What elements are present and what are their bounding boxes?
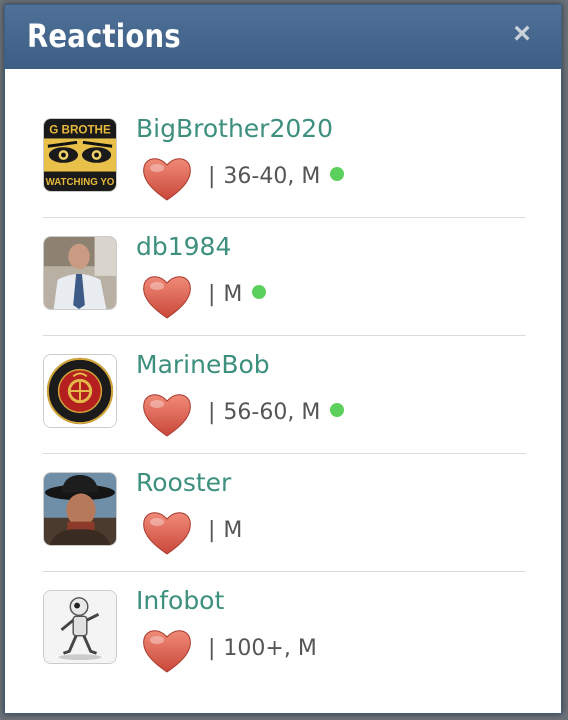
heart-icon bbox=[143, 276, 191, 319]
username-link[interactable]: Rooster bbox=[136, 468, 231, 497]
man-in-office-photo-icon bbox=[44, 237, 116, 309]
avatar[interactable] bbox=[43, 590, 117, 664]
online-status-dot bbox=[330, 403, 345, 417]
separator: | bbox=[208, 282, 216, 307]
user-meta: 100+, M bbox=[223, 636, 317, 661]
robot-figure-icon bbox=[44, 591, 116, 663]
list-item: G BROTHE WATCHING YO BigBrother2020 | 36… bbox=[43, 100, 526, 218]
svg-text:G BROTHE: G BROTHE bbox=[49, 124, 111, 137]
list-item: Rooster | M bbox=[43, 454, 526, 572]
separator: | bbox=[208, 400, 216, 425]
svg-text:WATCHING YO: WATCHING YO bbox=[46, 177, 115, 188]
user-meta: 36-40, M bbox=[223, 164, 321, 189]
heart-icon bbox=[143, 158, 191, 201]
user-meta: M bbox=[223, 518, 243, 543]
list-item: db1984 | M bbox=[43, 218, 526, 336]
avatar[interactable]: G BROTHE WATCHING YO bbox=[43, 118, 117, 192]
heart-icon bbox=[143, 512, 191, 555]
user-meta: 56-60, M bbox=[223, 400, 321, 425]
marine-corps-seal-icon bbox=[44, 355, 116, 427]
online-status-dot bbox=[330, 167, 345, 181]
reactions-modal: Reactions × G BROTHE WATCHING YO BigBrot… bbox=[4, 4, 562, 714]
separator: | bbox=[208, 636, 216, 661]
username-link[interactable]: db1984 bbox=[136, 232, 231, 261]
username-link[interactable]: Infobot bbox=[136, 586, 224, 615]
user-info: | 56-60, M bbox=[208, 400, 345, 425]
list-item: MarineBob | 56-60, M bbox=[43, 336, 526, 454]
separator: | bbox=[208, 164, 216, 189]
user-meta: M bbox=[223, 282, 243, 307]
online-status-dot bbox=[252, 285, 267, 299]
user-info: | M bbox=[208, 518, 242, 543]
avatar[interactable] bbox=[43, 236, 117, 310]
big-brother-poster-icon: G BROTHE WATCHING YO bbox=[44, 119, 116, 191]
reaction-list: G BROTHE WATCHING YO BigBrother2020 | 36… bbox=[43, 100, 526, 690]
heart-icon bbox=[143, 630, 191, 673]
modal-header: Reactions × bbox=[5, 5, 561, 69]
avatar[interactable] bbox=[43, 472, 117, 546]
username-link[interactable]: BigBrother2020 bbox=[136, 114, 333, 143]
close-icon[interactable]: × bbox=[507, 19, 537, 49]
user-info: | M bbox=[208, 282, 267, 307]
heart-icon bbox=[143, 394, 191, 437]
user-info: | 36-40, M bbox=[208, 164, 345, 189]
list-item: Infobot | 100+, M bbox=[43, 572, 526, 690]
separator: | bbox=[208, 518, 216, 543]
avatar[interactable] bbox=[43, 354, 117, 428]
cowboy-portrait-icon bbox=[44, 473, 116, 545]
username-link[interactable]: MarineBob bbox=[136, 350, 270, 379]
user-info: | 100+, M bbox=[208, 636, 317, 661]
modal-title: Reactions bbox=[27, 17, 181, 55]
